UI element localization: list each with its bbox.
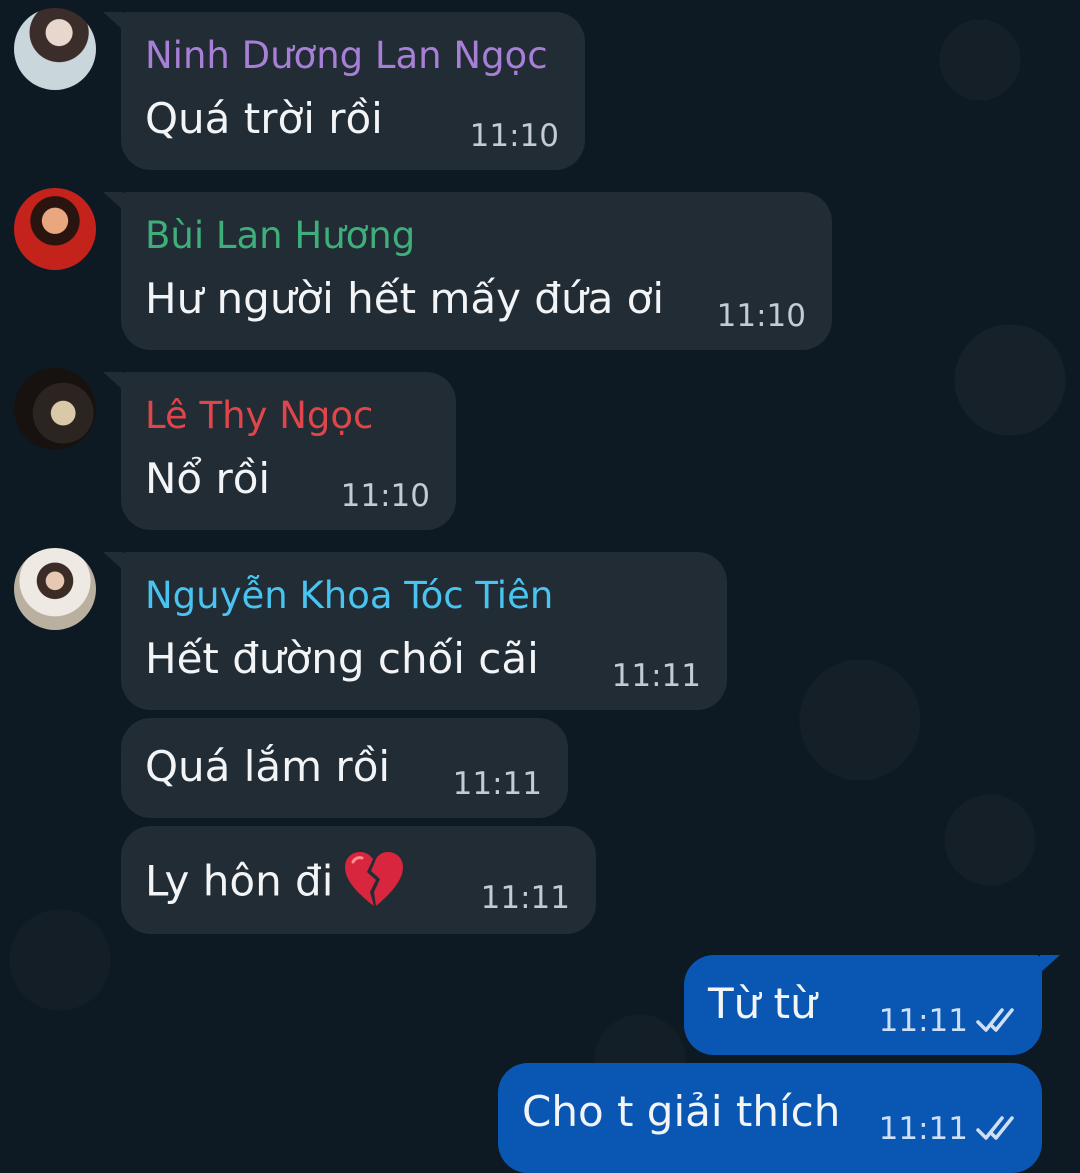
message-time: 11:10	[340, 478, 430, 514]
message-time: 11:11	[878, 1003, 968, 1039]
message-text: Hư người hết mấy đứa ơi	[145, 274, 665, 323]
avatar[interactable]	[14, 188, 96, 270]
message-bubble[interactable]: Bùi Lan Hương Hư người hết mấy đứa ơi 11…	[103, 192, 832, 350]
message-time: 11:10	[716, 298, 806, 334]
broken-heart-icon	[343, 850, 405, 918]
message-text: Từ từ	[708, 979, 817, 1028]
sender-name[interactable]: Nguyễn Khoa Tóc Tiên	[145, 574, 553, 617]
avatar[interactable]	[14, 8, 96, 90]
message-text: Quá trời rồi	[145, 94, 383, 143]
sender-name[interactable]: Ninh Dương Lan Ngọc	[145, 34, 548, 77]
avatar[interactable]	[14, 368, 96, 450]
message-text: Quá lắm rồi	[145, 742, 391, 791]
sender-name[interactable]: Bùi Lan Hương	[145, 214, 415, 257]
message-time: 11:11	[480, 880, 570, 916]
message-time: 11:10	[469, 118, 559, 154]
message-time: 11:11	[611, 658, 701, 694]
message-text: Hết đường chối cãi	[145, 634, 539, 683]
message-text: Cho t giải thích	[522, 1087, 841, 1136]
message-bubble[interactable]: Quá lắm rồi 11:11	[121, 718, 568, 818]
message-bubble[interactable]: Ly hôn đi 11:11	[121, 826, 596, 934]
double-check-icon	[976, 1008, 1014, 1032]
sender-name[interactable]: Lê Thy Ngọc	[145, 394, 373, 437]
message-bubble[interactable]: Ninh Dương Lan Ngọc Quá trời rồi 11:10	[103, 12, 585, 170]
message-time: 11:11	[878, 1111, 968, 1147]
message-text: Ly hôn đi	[145, 856, 334, 906]
message-bubble-outgoing[interactable]: Từ từ 11:11	[684, 955, 1060, 1055]
message-time: 11:11	[452, 766, 542, 802]
message-line: Ly hôn đi	[145, 850, 405, 918]
message-bubble[interactable]: Nguyễn Khoa Tóc Tiên Hết đường chối cãi …	[103, 552, 727, 710]
avatar[interactable]	[14, 548, 96, 630]
double-check-icon	[976, 1116, 1014, 1140]
message-bubble[interactable]: Lê Thy Ngọc Nổ rồi 11:10	[103, 372, 456, 530]
message-text: Nổ rồi	[145, 454, 271, 503]
